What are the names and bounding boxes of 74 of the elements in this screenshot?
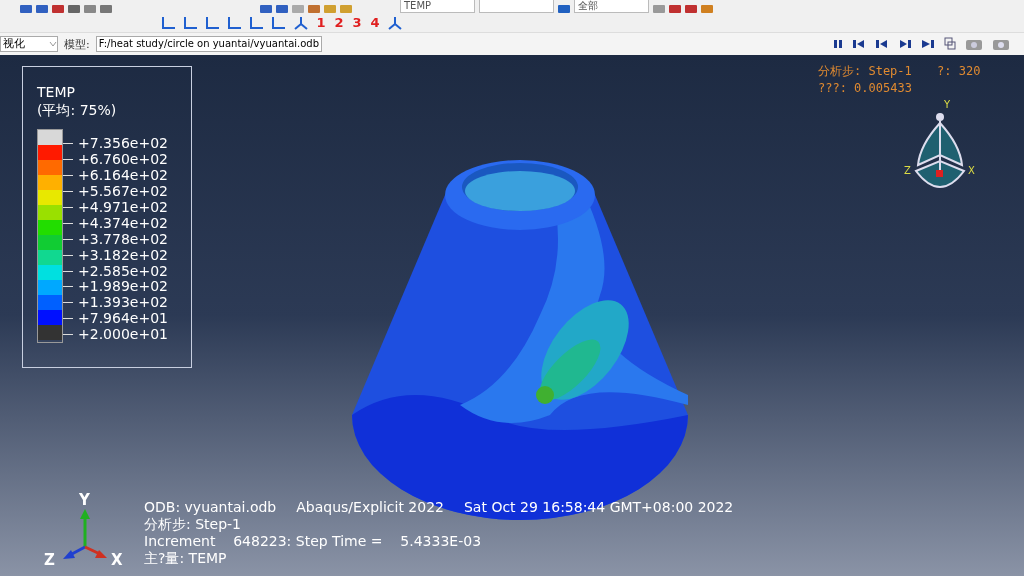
toolbar-icon[interactable]	[653, 5, 665, 13]
iso-view-icon[interactable]	[292, 14, 310, 31]
legend-value: +1.989e+02	[78, 279, 168, 295]
legend-value: +5.567e+02	[78, 184, 168, 200]
toolbar-icon[interactable]	[340, 5, 352, 13]
toolbar-icon[interactable]	[260, 5, 272, 13]
last-frame-icon[interactable]	[921, 39, 935, 49]
toolbar-icon[interactable]	[276, 5, 288, 13]
axis-label: Y	[79, 491, 90, 509]
view-number[interactable]: 3	[350, 15, 364, 30]
dropdown-field[interactable]: 全部	[574, 0, 649, 13]
axis-label: X	[111, 551, 123, 569]
toolbar-icon[interactable]	[324, 5, 336, 13]
frames-icon[interactable]	[944, 37, 956, 51]
date-label: Sat Oct 29 16:58:44 GMT+08:00 2022	[464, 499, 734, 516]
toolbar-icon[interactable]	[701, 5, 713, 13]
view-number[interactable]: 2	[332, 15, 346, 30]
legend-value: +4.971e+02	[78, 200, 168, 215]
toolbar-icon[interactable]	[308, 5, 320, 13]
view-axis-icon[interactable]	[248, 14, 266, 31]
model-dropdown[interactable]: F:/heat study/circle on yuantai/vyuantai.odb	[95, 36, 322, 52]
camera-icon[interactable]	[992, 37, 1010, 51]
previous-frame-icon[interactable]	[875, 39, 889, 49]
legend-title: TEMP	[37, 83, 76, 101]
increment-label: Increment 648223: Step Time = 5.4333E-03	[144, 533, 483, 550]
toolbar-icon[interactable]	[100, 5, 112, 13]
axis-label: Z	[904, 165, 911, 176]
time-label: ???: 0.005433	[818, 80, 913, 97]
frame-label: ?: 320	[937, 64, 981, 78]
axis-label: X	[968, 165, 975, 176]
variable-label: 主?量: TEMP	[144, 550, 228, 567]
toolbar-icon[interactable]	[20, 5, 32, 13]
view-number[interactable]: 1	[314, 15, 328, 30]
view-axis-icon[interactable]	[270, 14, 288, 31]
toolbar-icon[interactable]	[558, 5, 570, 13]
legend-value: +6.760e+02	[78, 152, 168, 168]
toolbar-icon[interactable]	[36, 5, 48, 13]
first-frame-icon[interactable]	[852, 39, 866, 49]
axis-label: Y	[944, 99, 951, 110]
view-axis-icon[interactable]	[160, 14, 178, 31]
odb-label: ODB: vyuantai.odb	[144, 499, 277, 516]
toolbar-icon[interactable]	[52, 5, 64, 13]
model-label: 模型:	[64, 36, 90, 52]
legend-value: +3.778e+02	[78, 231, 168, 247]
chevron-down-icon[interactable]	[49, 41, 57, 47]
toolbar-icon[interactable]	[669, 5, 681, 13]
legend-value: +2.585e+02	[78, 263, 168, 279]
step-label: 分析步: Step-1	[144, 516, 242, 533]
view-axis-icon[interactable]	[204, 14, 222, 31]
dropdown-field[interactable]	[479, 0, 554, 13]
legend-value: +6.164e+02	[78, 168, 168, 184]
solver-label: Abaqus/Explicit 2022	[296, 499, 444, 516]
step-label: 分析步: Step-1	[818, 64, 912, 78]
toolbar-icon[interactable]	[68, 5, 80, 13]
dropdown-field[interactable]: TEMP	[400, 0, 475, 13]
toolbar-icon[interactable]	[685, 5, 697, 13]
view-number[interactable]: 4	[368, 15, 382, 30]
pause-icon[interactable]	[833, 39, 843, 49]
axis-label: Z	[44, 551, 55, 569]
legend-value: +3.182e+02	[78, 247, 168, 263]
legend-value: +7.356e+02	[78, 136, 168, 152]
view-axis-icon[interactable]	[226, 14, 244, 31]
module-dropdown[interactable]: 视化	[0, 36, 58, 52]
camera-icon[interactable]	[965, 37, 983, 51]
view-axis-icon[interactable]	[182, 14, 200, 31]
toolbar-icon[interactable]	[84, 5, 96, 13]
legend-subtitle: (平均: 75%)	[37, 101, 118, 119]
toolbar-icon[interactable]	[292, 5, 304, 13]
legend-value: +2.000e+01	[78, 327, 168, 343]
legend-value: +4.374e+02	[78, 215, 168, 231]
iso-view-icon[interactable]	[386, 14, 404, 31]
legend-value: +1.393e+02	[78, 295, 168, 311]
legend-value: +7.964e+01	[78, 311, 168, 327]
next-frame-icon[interactable]	[898, 39, 912, 49]
